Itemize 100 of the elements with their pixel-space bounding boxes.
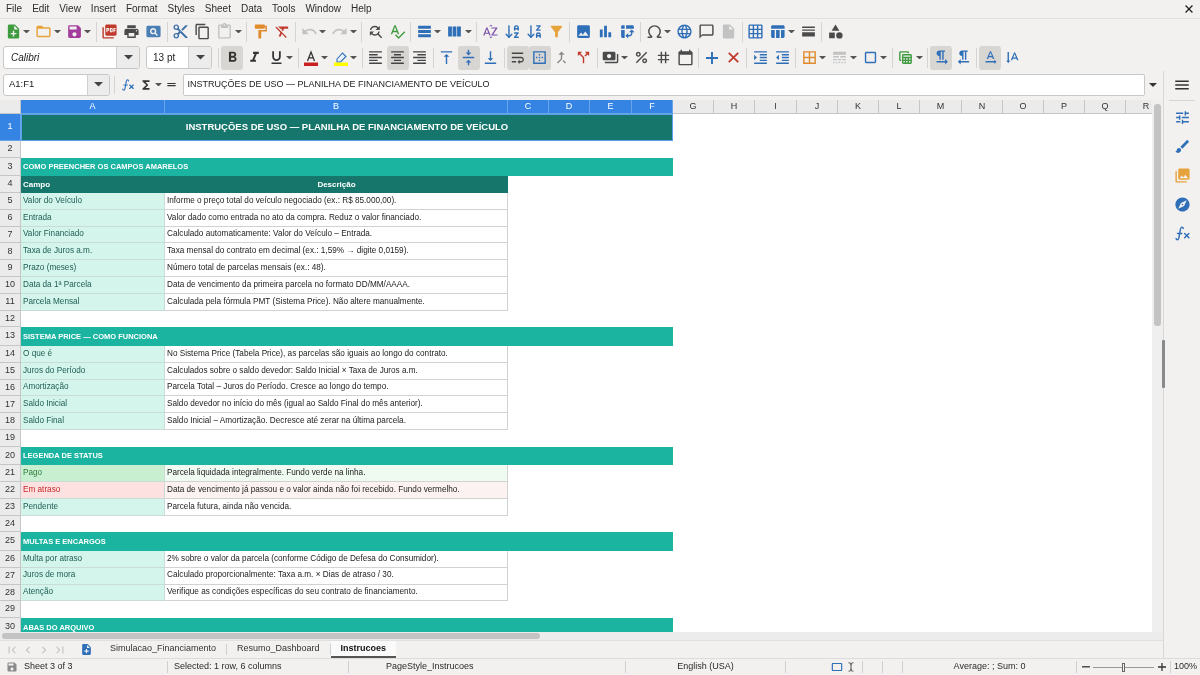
sidebar-collapse-handle[interactable] <box>1162 340 1165 388</box>
column-header[interactable]: H <box>714 100 755 114</box>
column-header[interactable]: F <box>632 100 673 114</box>
sheet-tab[interactable]: Instrucoes <box>330 641 397 658</box>
zoom-in-button[interactable] <box>1157 661 1166 673</box>
menu-item[interactable]: Styles <box>162 2 200 16</box>
indent-decrease-icon <box>773 49 791 66</box>
menu-item[interactable]: Sheet <box>199 2 236 16</box>
text-ltr-button[interactable] <box>979 45 1001 70</box>
row-header[interactable]: 18 <box>0 413 21 430</box>
align-center-button[interactable] <box>386 45 409 70</box>
field-name-cell: Data da 1ª Parcela <box>21 277 165 294</box>
column-header[interactable]: O <box>1003 100 1044 114</box>
row-header[interactable]: 5 <box>0 193 21 210</box>
caret-icon <box>154 82 162 87</box>
row-header[interactable]: 25 <box>0 532 21 551</box>
row-header[interactable]: 21 <box>0 465 21 483</box>
row-header[interactable]: 29 <box>0 601 21 619</box>
scissors-icon <box>172 23 189 40</box>
align-center-icon <box>389 49 406 66</box>
dropdown-arrow-icon <box>123 55 133 60</box>
merge-center-button[interactable] <box>528 45 551 70</box>
menu-item[interactable]: Insert <box>85 2 121 16</box>
field-name-cell: Em atraso <box>21 482 165 499</box>
align-top-icon <box>438 49 455 66</box>
sigma-icon <box>139 77 153 92</box>
description-cell: Data de vencimento da primeira parcela no formato DD/MM/AAAA. <box>165 277 508 294</box>
row-header[interactable]: 2 <box>0 141 21 158</box>
plus-icon <box>1157 663 1166 671</box>
row-header[interactable]: 13 <box>0 327 21 346</box>
row-header[interactable]: 30 <box>0 618 21 632</box>
row-header[interactable]: 8 <box>0 243 21 261</box>
align-middle-icon <box>460 49 477 66</box>
field-name-cell: Pago <box>21 465 165 483</box>
column-header[interactable]: J <box>797 100 838 114</box>
paragraph-ltr-button[interactable] <box>930 45 952 70</box>
banknote-icon <box>602 49 619 66</box>
row-header[interactable]: 1 <box>0 114 21 141</box>
scrollbar-thumb[interactable] <box>1154 104 1161 326</box>
column-header[interactable]: N <box>962 100 1003 114</box>
slider-thumb[interactable] <box>1122 662 1125 672</box>
indent-increase-icon <box>751 49 769 66</box>
caret-icon <box>320 55 328 60</box>
title-cell: INSTRUÇÕES DE USO — PLANILHA DE FINANCIAMENTO DE VEÍCULO <box>21 114 673 141</box>
column-header[interactable]: G <box>673 100 714 114</box>
caret-icon <box>23 29 30 34</box>
sheet-tab[interactable]: Simulacao_Financiamento <box>100 641 227 658</box>
menu-item[interactable]: Window <box>300 2 346 16</box>
grid-icon <box>747 23 764 40</box>
calendar-icon <box>676 49 694 66</box>
row-header[interactable]: 4 <box>0 176 21 194</box>
formula-text: INSTRUÇÕES DE USO — PLANILHA DE FINANCIAMENTO DE VEÍCULO <box>186 77 490 91</box>
table-rows-icon <box>415 23 433 40</box>
minus-icon <box>1081 666 1090 668</box>
field-name-cell: Saldo Final <box>21 413 165 430</box>
column-header[interactable]: A <box>21 100 165 114</box>
menu-item[interactable]: Data <box>235 2 268 16</box>
column-header[interactable]: P <box>1044 100 1085 114</box>
column-header[interactable]: C <box>508 100 549 114</box>
row-header[interactable]: 10 <box>0 277 21 294</box>
column-header[interactable]: Q <box>1085 100 1126 114</box>
column-header[interactable]: M <box>920 100 962 114</box>
table-icon <box>769 23 786 40</box>
row-header[interactable]: 17 <box>0 396 21 414</box>
highlighter-icon <box>332 49 349 66</box>
header-cell: Campo <box>21 176 165 194</box>
row-header[interactable]: 9 <box>0 260 21 278</box>
menu-item[interactable]: Help <box>346 2 377 16</box>
caret-icon <box>1149 82 1157 87</box>
formula-input[interactable]: INSTRUÇÕES DE USO — PLANILHA DE FINANCIAMENTO DE VEÍCULO <box>182 73 1145 96</box>
image-icon <box>574 23 592 40</box>
column-header[interactable]: E <box>590 100 632 114</box>
font-size-field[interactable]: 13 pt <box>146 46 212 69</box>
column-header[interactable]: B <box>165 100 508 114</box>
folder-icon <box>35 23 52 40</box>
menu-item[interactable]: Edit <box>27 2 55 16</box>
field-name-cell: Prazo (meses) <box>21 260 165 278</box>
sliders-icon <box>1173 109 1191 126</box>
pictures-icon <box>1173 167 1191 184</box>
column-header[interactable]: K <box>838 100 879 114</box>
column-header[interactable]: L <box>879 100 920 114</box>
name-box[interactable]: A1:F1 <box>3 73 110 96</box>
column-header[interactable]: R <box>1126 100 1152 114</box>
menu-item[interactable]: View <box>54 2 86 16</box>
menu-item[interactable]: Format <box>120 2 163 16</box>
font-name-field[interactable]: Calibri <box>3 46 140 69</box>
align-right-icon <box>411 49 428 66</box>
wrap-text-button[interactable] <box>506 45 529 70</box>
sheet-tab[interactable]: Resumo_Dashboard <box>227 641 330 658</box>
table-icon <box>897 49 914 66</box>
column-header[interactable]: I <box>755 100 797 114</box>
align-bottom-icon <box>482 49 499 66</box>
menu-item[interactable]: Tools <box>267 2 301 16</box>
column-header[interactable]: D <box>549 100 590 114</box>
scrollbar-thumb[interactable] <box>2 633 540 639</box>
horizontal-scrollbar[interactable] <box>0 632 1163 641</box>
bold-button[interactable] <box>221 45 243 70</box>
align-middle-button[interactable] <box>457 45 480 70</box>
row-header[interactable]: 22 <box>0 482 21 499</box>
menu-item[interactable]: File <box>1 2 28 16</box>
